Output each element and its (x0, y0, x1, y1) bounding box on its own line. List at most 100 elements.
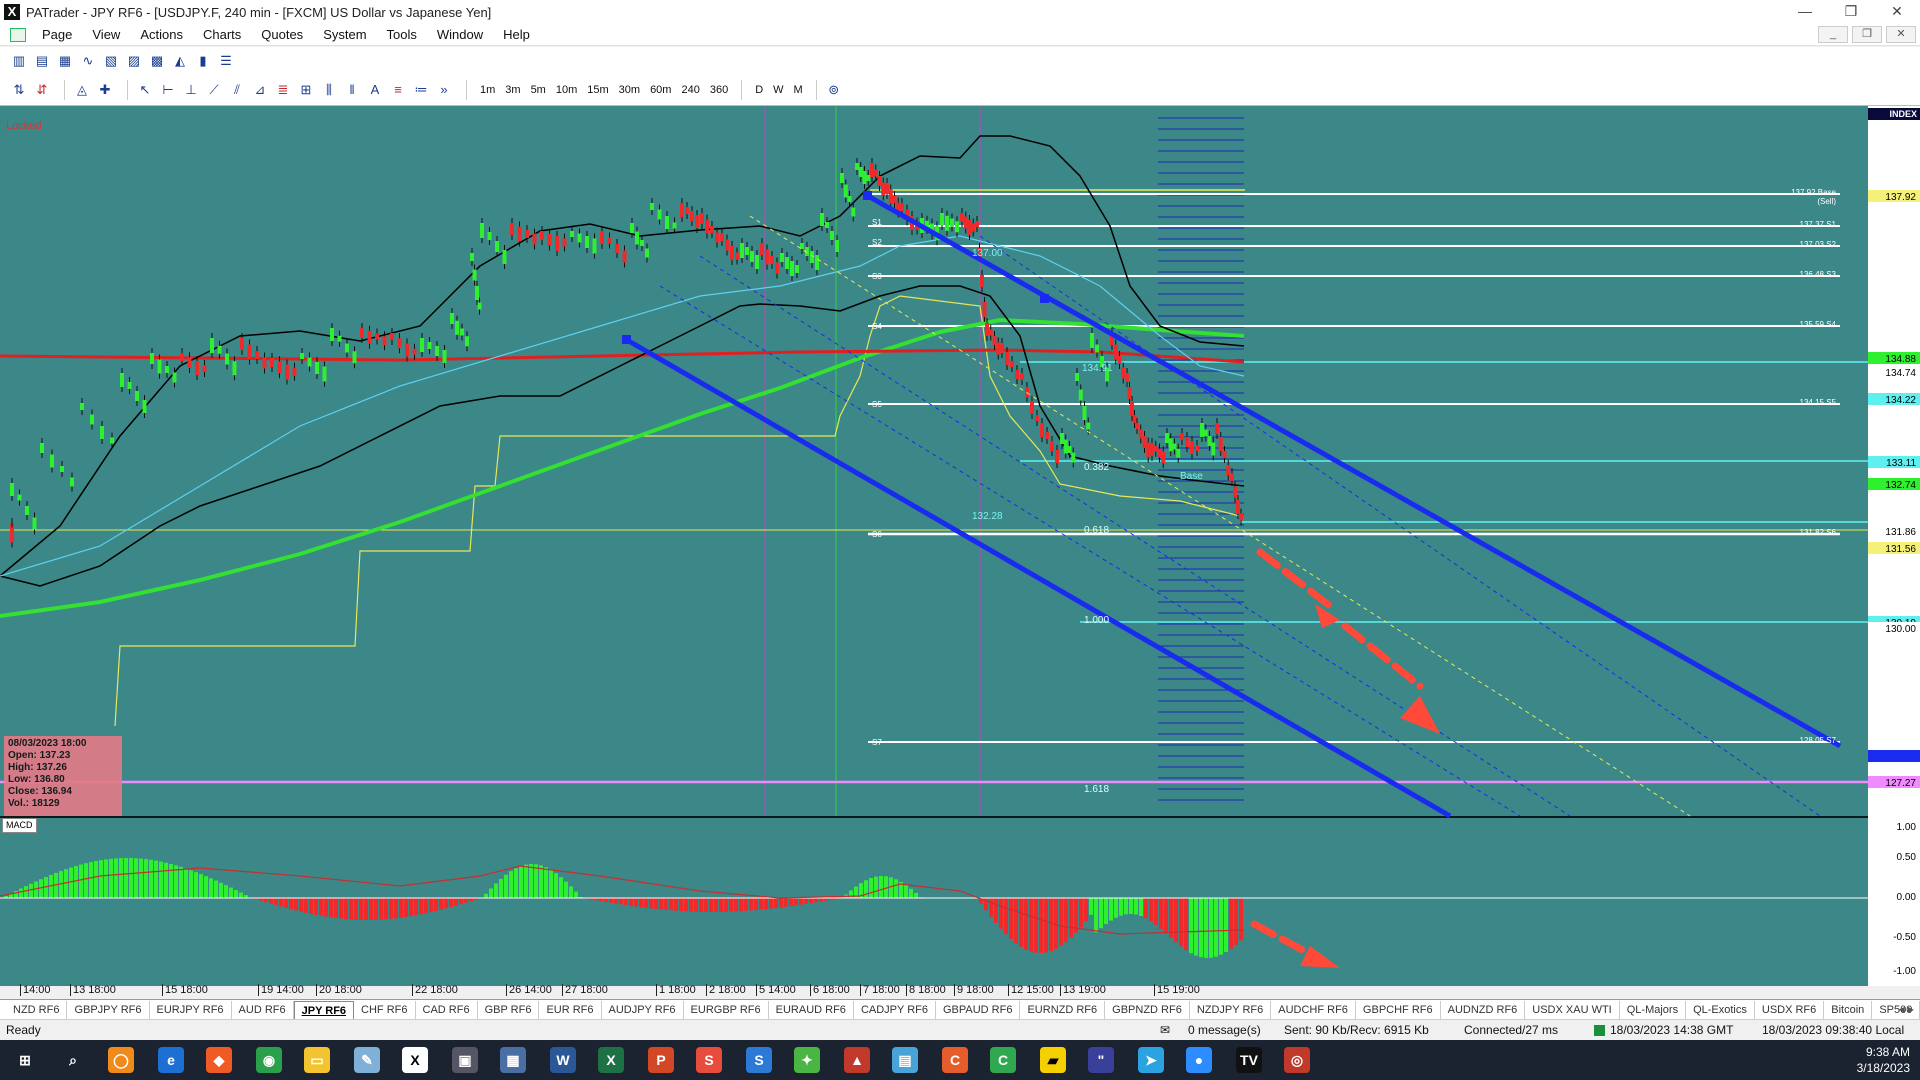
tab-eurgbp-rf6[interactable]: EURGBP RF6 (684, 1001, 769, 1019)
minimize-button[interactable]: — (1782, 0, 1828, 24)
period-60m[interactable]: 60m (645, 84, 676, 96)
edge-icon[interactable]: e (158, 1047, 184, 1073)
menu-help[interactable]: Help (493, 27, 540, 42)
tab-aud-rf6[interactable]: AUD RF6 (232, 1001, 294, 1019)
pnf-chart-icon[interactable]: ▩ (148, 52, 166, 70)
menu-tools[interactable]: Tools (377, 27, 427, 42)
menu-charts[interactable]: Charts (193, 27, 251, 42)
period-weekly[interactable]: W (768, 84, 788, 96)
tab-bitcoin[interactable]: Bitcoin (1824, 1001, 1873, 1019)
tab-chf-rf6[interactable]: CHF RF6 (354, 1001, 416, 1019)
trendline-icon[interactable]: ⟋ (205, 81, 223, 99)
candle-chart-icon[interactable]: ▦ (56, 52, 74, 70)
messages-icon[interactable]: ✉ (1160, 1023, 1170, 1037)
period-monthly[interactable]: M (789, 84, 808, 96)
period-30m[interactable]: 30m (614, 84, 645, 96)
mdi-restore-button[interactable]: ❐ (1852, 26, 1882, 43)
menu-system[interactable]: System (313, 27, 376, 42)
pointer-icon[interactable]: ↖ (136, 81, 154, 99)
screen-app-icon[interactable]: ▤ (892, 1047, 918, 1073)
tab-gbpjpy-rf6[interactable]: GBPJPY RF6 (67, 1001, 150, 1019)
period-3m[interactable]: 3m (500, 84, 525, 96)
tab-audnzd-rf6[interactable]: AUDNZD RF6 (1441, 1001, 1526, 1019)
telegram-icon[interactable]: ➤ (1138, 1047, 1164, 1073)
tab-euraud-rf6[interactable]: EURAUD RF6 (769, 1001, 854, 1019)
tab-usdx-xau-wti[interactable]: USDX XAU WTI (1525, 1001, 1620, 1019)
crosshair-icon[interactable]: ✚ (96, 81, 114, 99)
period-1m[interactable]: 1m (475, 84, 500, 96)
tab-ql-majors[interactable]: QL-Majors (1620, 1001, 1687, 1019)
system-clock[interactable]: 9:38 AM 3/18/2023 (1857, 1044, 1910, 1076)
tab-eur-rf6[interactable]: EUR RF6 (539, 1001, 602, 1019)
buy-order-icon[interactable]: ⇅ (10, 81, 28, 99)
fib-fan-icon[interactable]: ⊿ (251, 81, 269, 99)
vertical-line-icon[interactable]: ⊥ (182, 81, 200, 99)
tab-usdx-rf6[interactable]: USDX RF6 (1755, 1001, 1825, 1019)
area-chart-icon[interactable]: ◭ (171, 52, 189, 70)
period-5m[interactable]: 5m (526, 84, 551, 96)
tab-audchf-rf6[interactable]: AUDCHF RF6 (1271, 1001, 1356, 1019)
levels-icon[interactable]: ≔ (412, 81, 430, 99)
kagi-chart-icon[interactable]: ▨ (125, 52, 143, 70)
chart-area[interactable]: 137.92 134.88 134.74 134.22 133.11 132.74 131.… (0, 106, 1920, 998)
gann-icon[interactable]: ⊞ (297, 81, 315, 99)
search-icon[interactable]: ⌕ (60, 1047, 86, 1073)
histogram-chart-icon[interactable]: ☰ (217, 52, 235, 70)
period-240[interactable]: 240 (676, 84, 704, 96)
sell-order-icon[interactable]: ⇵ (33, 81, 51, 99)
menu-actions[interactable]: Actions (130, 27, 193, 42)
tab-cad-rf6[interactable]: CAD RF6 (416, 1001, 478, 1019)
tab-nzd-rf6[interactable]: NZD RF6 (6, 1001, 68, 1019)
renko-chart-icon[interactable]: ▧ (102, 52, 120, 70)
tab-gbp-rf6[interactable]: GBP RF6 (478, 1001, 540, 1019)
c-app-icon[interactable]: C (942, 1047, 968, 1073)
app-window-icon[interactable]: ▣ (452, 1047, 478, 1073)
volume-chart-icon[interactable]: ▮ (194, 52, 212, 70)
channel-icon[interactable]: ⫽ (228, 81, 246, 99)
chrome-icon[interactable]: ◉ (256, 1047, 282, 1073)
menu-quotes[interactable]: Quotes (251, 27, 313, 42)
more-tools-icon[interactable]: » (435, 81, 453, 99)
menu-page[interactable]: Page (32, 27, 82, 42)
word-icon[interactable]: W (550, 1047, 576, 1073)
refresh-icon[interactable]: ⊚ (825, 81, 843, 99)
green-leaf-icon[interactable]: ✦ (794, 1047, 820, 1073)
fib-retracement-icon[interactable]: ≣ (274, 81, 292, 99)
mdi-minimize-button[interactable]: _ (1818, 26, 1848, 43)
excel-icon[interactable]: X (598, 1047, 624, 1073)
close-button[interactable]: ✕ (1874, 0, 1920, 24)
tab-gbpchf-rf6[interactable]: GBPCHF RF6 (1356, 1001, 1441, 1019)
blue-s-app-icon[interactable]: S (746, 1047, 772, 1073)
green-c-app-icon[interactable]: C (990, 1047, 1016, 1073)
tab-audjpy-rf6[interactable]: AUDJPY RF6 (602, 1001, 684, 1019)
period-10m[interactable]: 10m (551, 84, 582, 96)
menu-view[interactable]: View (82, 27, 130, 42)
calculator-icon[interactable]: ▦ (500, 1047, 526, 1073)
zoom-icon[interactable]: ● (1186, 1047, 1212, 1073)
tab-nzdjpy-rf6[interactable]: NZDJPY RF6 (1190, 1001, 1272, 1019)
tab-eurjpy-rf6[interactable]: EURJPY RF6 (150, 1001, 232, 1019)
pivot-levels-icon[interactable]: ≡ (389, 81, 407, 99)
cycle-lines-icon[interactable]: ‖ (343, 81, 361, 99)
horizontal-line-icon[interactable]: ⊢ (159, 81, 177, 99)
windows-start-icon[interactable]: ⊞ (12, 1047, 38, 1073)
powerpoint-icon[interactable]: P (648, 1047, 674, 1073)
period-15m[interactable]: 15m (582, 84, 613, 96)
period-daily[interactable]: D (750, 84, 768, 96)
text-icon[interactable]: A (366, 81, 384, 99)
tab-gbpnzd-rf6[interactable]: GBPNZD RF6 (1105, 1001, 1190, 1019)
tradingview-icon[interactable]: TV (1236, 1047, 1262, 1073)
status-messages[interactable]: 0 message(s) (1188, 1023, 1261, 1037)
menu-window[interactable]: Window (427, 27, 493, 42)
red-app-icon[interactable]: ▲ (844, 1047, 870, 1073)
price-chart[interactable]: 137.92 134.88 134.74 134.22 133.11 132.74 131.… (0, 106, 1920, 986)
line-chart-icon[interactable]: ∿ (79, 52, 97, 70)
tab-scroll-arrows[interactable]: ◂ ▸ (1899, 1002, 1914, 1016)
brave-icon[interactable]: ◆ (206, 1047, 232, 1073)
file-explorer-icon[interactable]: ▭ (304, 1047, 330, 1073)
bar-chart-icon[interactable]: ▥ (10, 52, 28, 70)
restore-button[interactable]: ❐ (1828, 0, 1874, 24)
period-360[interactable]: 360 (705, 84, 733, 96)
tab-gbpaud-rf6[interactable]: GBPAUD RF6 (936, 1001, 1021, 1019)
tab-ql-exotics[interactable]: QL-Exotics (1686, 1001, 1755, 1019)
